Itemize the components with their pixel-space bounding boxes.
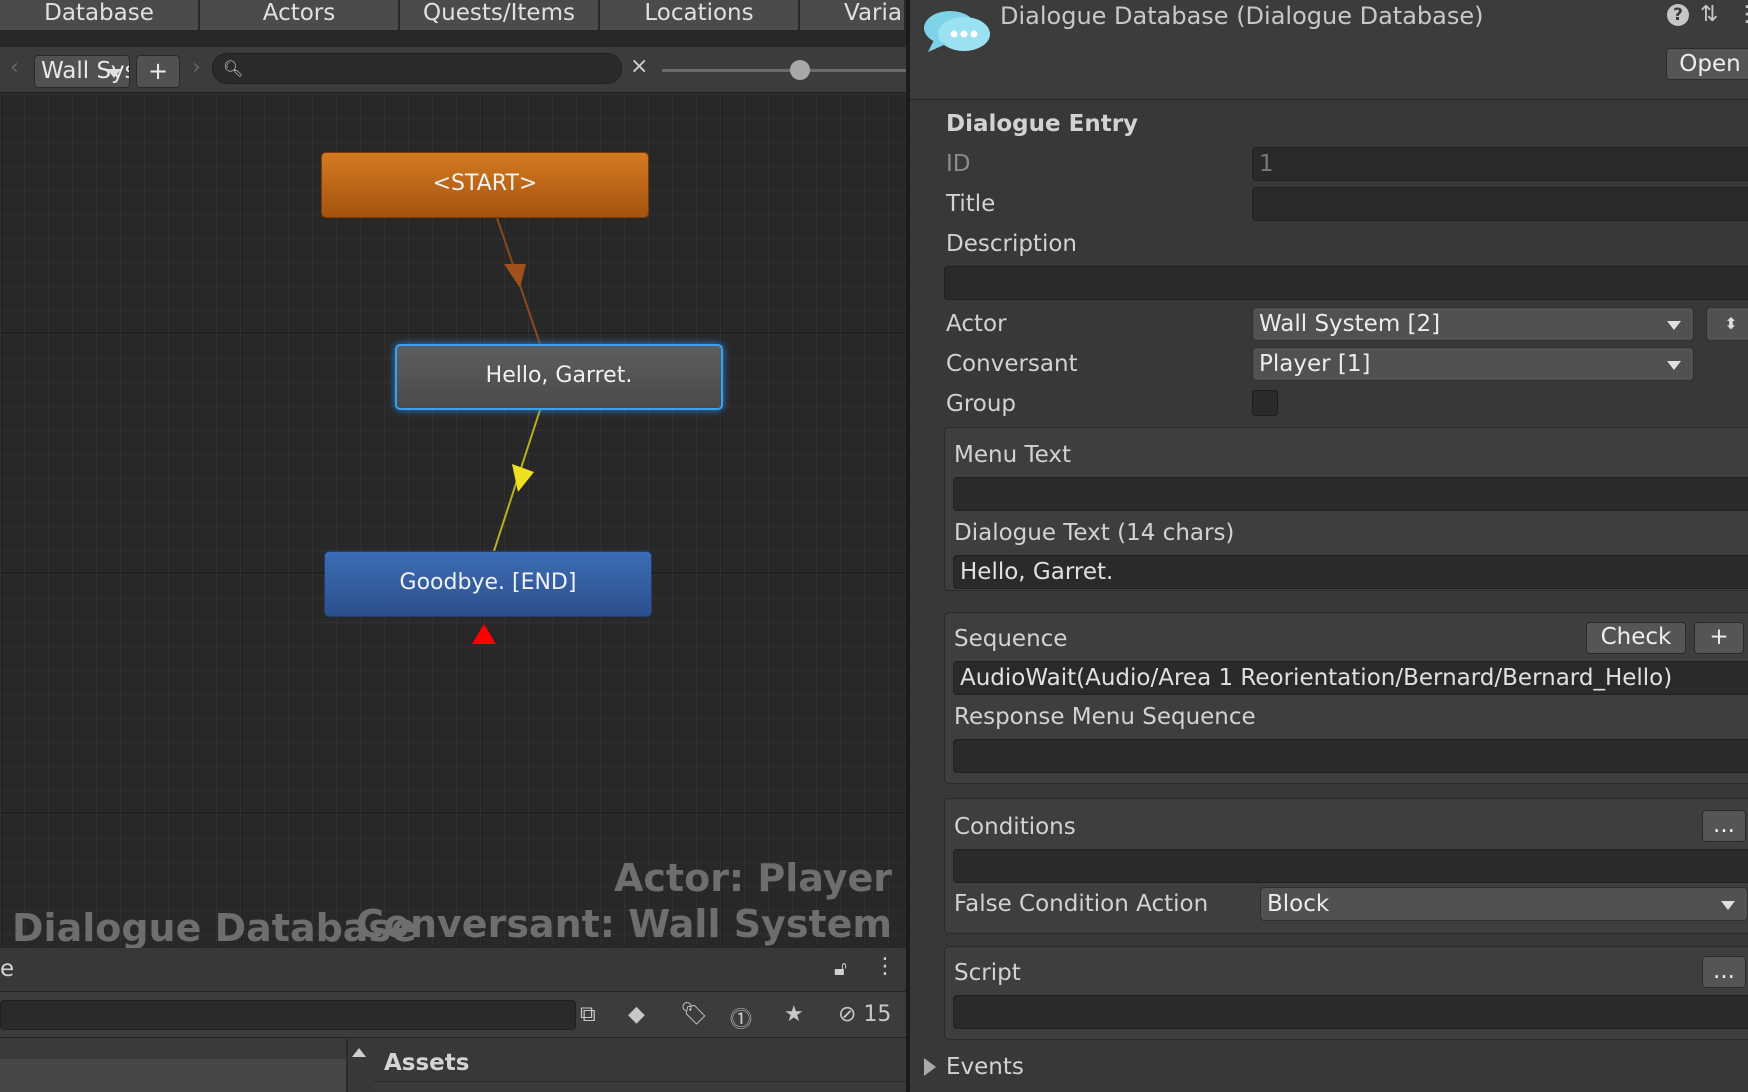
- inspector-title: Dialogue Database (Dialogue Database): [1000, 2, 1484, 30]
- actor-dropdown[interactable]: Wall System [2]: [1252, 307, 1694, 341]
- section-heading: Dialogue Entry: [946, 111, 1139, 137]
- events-foldout-icon[interactable]: [924, 1058, 936, 1076]
- script-label: Script: [954, 960, 1021, 986]
- hidden-count-value: 15: [863, 1002, 892, 1027]
- node-links: [472, 217, 657, 644]
- title-field[interactable]: [1252, 187, 1748, 221]
- conditions-label: Conditions: [954, 814, 1076, 840]
- group-checkbox[interactable]: [1252, 390, 1278, 416]
- tree-row[interactable]: [0, 1059, 346, 1092]
- scroll-up-icon[interactable]: [352, 1048, 366, 1057]
- chevron-left-icon[interactable]: ‹: [10, 55, 19, 80]
- tab-quests-items[interactable]: Quests/Items: [400, 0, 600, 30]
- settings-sliders-icon[interactable]: ⇅: [1700, 2, 1718, 27]
- clear-search-button[interactable]: ×: [630, 54, 648, 79]
- inspector-panel: Dialogue Database (Dialogue Database) ? …: [910, 0, 1748, 1092]
- editor-tabs: Database Actors Quests/Items Locations V…: [0, 0, 906, 30]
- script-field[interactable]: [953, 995, 1748, 1029]
- actor-dropdown-value: Wall System [2]: [1259, 311, 1441, 337]
- chevron-down-icon: [1721, 901, 1735, 910]
- chevron-down-icon: [1667, 361, 1681, 370]
- label-tag-icon[interactable]: 🏷︎: [680, 1002, 708, 1027]
- node-hello[interactable]: Hello, Garret.: [395, 344, 723, 410]
- assets-breadcrumb[interactable]: Assets: [384, 1050, 469, 1076]
- zoom-slider-thumb[interactable]: [790, 60, 810, 80]
- conditions-field[interactable]: [953, 849, 1748, 883]
- more-icon[interactable]: ⋮: [874, 954, 896, 979]
- project-search-input[interactable]: [0, 1000, 576, 1030]
- title-label: Title: [946, 191, 996, 217]
- new-window-icon[interactable]: ⧉: [580, 1002, 596, 1027]
- conversant-label: Conversant: [946, 351, 1078, 377]
- actor-label: Actor: [946, 311, 1007, 337]
- zoom-slider[interactable]: [662, 69, 906, 72]
- conversation-select[interactable]: Wall System: [34, 55, 130, 88]
- more-icon[interactable]: ⋮: [1736, 2, 1748, 27]
- menu-text-field[interactable]: [953, 477, 1748, 511]
- conditions-wizard-button[interactable]: ...: [1702, 810, 1746, 842]
- node-start[interactable]: <START>: [321, 152, 649, 218]
- chevron-down-icon: [1667, 321, 1681, 330]
- description-label: Description: [946, 231, 1077, 257]
- link-arrow-start: [504, 264, 526, 288]
- assets-list[interactable]: [374, 1081, 906, 1092]
- editor-toolbar: ‹ Wall System + › 🔍︎ ×: [0, 47, 906, 93]
- conversant-dropdown[interactable]: Player [1]: [1252, 347, 1694, 381]
- group-label: Group: [946, 391, 1017, 417]
- sequence-label: Sequence: [954, 626, 1068, 652]
- project-toolbar: ⧉ ◆ 🏷︎ ⓵ ★ ⊘ 15: [0, 992, 906, 1038]
- database-watermark: Dialogue Database: [12, 906, 417, 950]
- help-icon[interactable]: ?: [1667, 4, 1689, 26]
- favorite-star-icon[interactable]: ★: [784, 1002, 804, 1027]
- false-condition-action-label: False Condition Action: [954, 891, 1209, 917]
- node-canvas[interactable]: <START> Hello, Garret. Goodbye. [END] Ac…: [0, 94, 906, 950]
- search-icon: 🔍︎: [223, 59, 244, 78]
- tab-variables[interactable]: Varia: [800, 0, 906, 30]
- swap-actors-button[interactable]: ⬍: [1706, 307, 1748, 341]
- id-label: ID: [946, 151, 971, 177]
- add-conversation-button[interactable]: +: [136, 55, 180, 88]
- project-tree[interactable]: [0, 1039, 348, 1092]
- tab-actors[interactable]: Actors: [200, 0, 400, 30]
- end-marker-icon: [472, 624, 496, 644]
- conversant-watermark: Conversant: Wall System: [355, 902, 892, 946]
- add-sequence-button[interactable]: +: [1694, 622, 1744, 654]
- tab-locations[interactable]: Locations: [600, 0, 800, 30]
- conversant-dropdown-value: Player [1]: [1259, 351, 1371, 377]
- script-wizard-button[interactable]: ...: [1702, 956, 1746, 988]
- dialogue-text-label: Dialogue Text (14 chars): [954, 520, 1235, 546]
- lock-icon[interactable]: 🔓︎: [834, 956, 847, 980]
- id-field: 1: [1252, 147, 1748, 181]
- dialogue-text-field[interactable]: Hello, Garret.: [953, 555, 1748, 589]
- inspector-header: Dialogue Database (Dialogue Database) ? …: [910, 0, 1748, 100]
- check-button[interactable]: Check: [1586, 622, 1686, 654]
- warning-icon[interactable]: ⓵: [730, 1002, 752, 1034]
- tab-database[interactable]: Database: [0, 0, 200, 30]
- chevron-down-icon: [107, 69, 121, 78]
- chevron-right-icon[interactable]: ›: [192, 55, 201, 80]
- project-header: e 🔓︎ ⋮: [0, 948, 906, 992]
- hidden-packages-count[interactable]: ⊘ 15: [838, 1002, 891, 1027]
- project-panel: e 🔓︎ ⋮ ⧉ ◆ 🏷︎ ⓵ ★ ⊘ 15 Assets: [0, 948, 906, 1092]
- response-menu-sequence-label: Response Menu Sequence: [954, 704, 1256, 730]
- response-menu-sequence-field[interactable]: [953, 739, 1748, 773]
- filter-type-icon[interactable]: ◆: [628, 1002, 645, 1027]
- sequence-field[interactable]: AudioWait(Audio/Area 1 Reorientation/Ber…: [953, 661, 1748, 695]
- project-title: e: [0, 956, 15, 982]
- dialogue-database-icon: [924, 11, 990, 52]
- actor-watermark: Actor: Player: [613, 856, 892, 900]
- node-end[interactable]: Goodbye. [END]: [324, 551, 652, 617]
- search-input[interactable]: 🔍︎: [212, 53, 622, 84]
- eye-slash-icon: ⊘: [838, 1002, 857, 1027]
- open-button[interactable]: Open: [1666, 48, 1748, 80]
- events-label[interactable]: Events: [946, 1054, 1024, 1080]
- dialogue-editor-panel: Database Actors Quests/Items Locations V…: [0, 0, 906, 1092]
- false-condition-action-dropdown[interactable]: Block: [1260, 887, 1748, 921]
- menu-text-label: Menu Text: [954, 442, 1071, 468]
- description-field[interactable]: [944, 266, 1748, 300]
- false-condition-action-value: Block: [1267, 891, 1330, 917]
